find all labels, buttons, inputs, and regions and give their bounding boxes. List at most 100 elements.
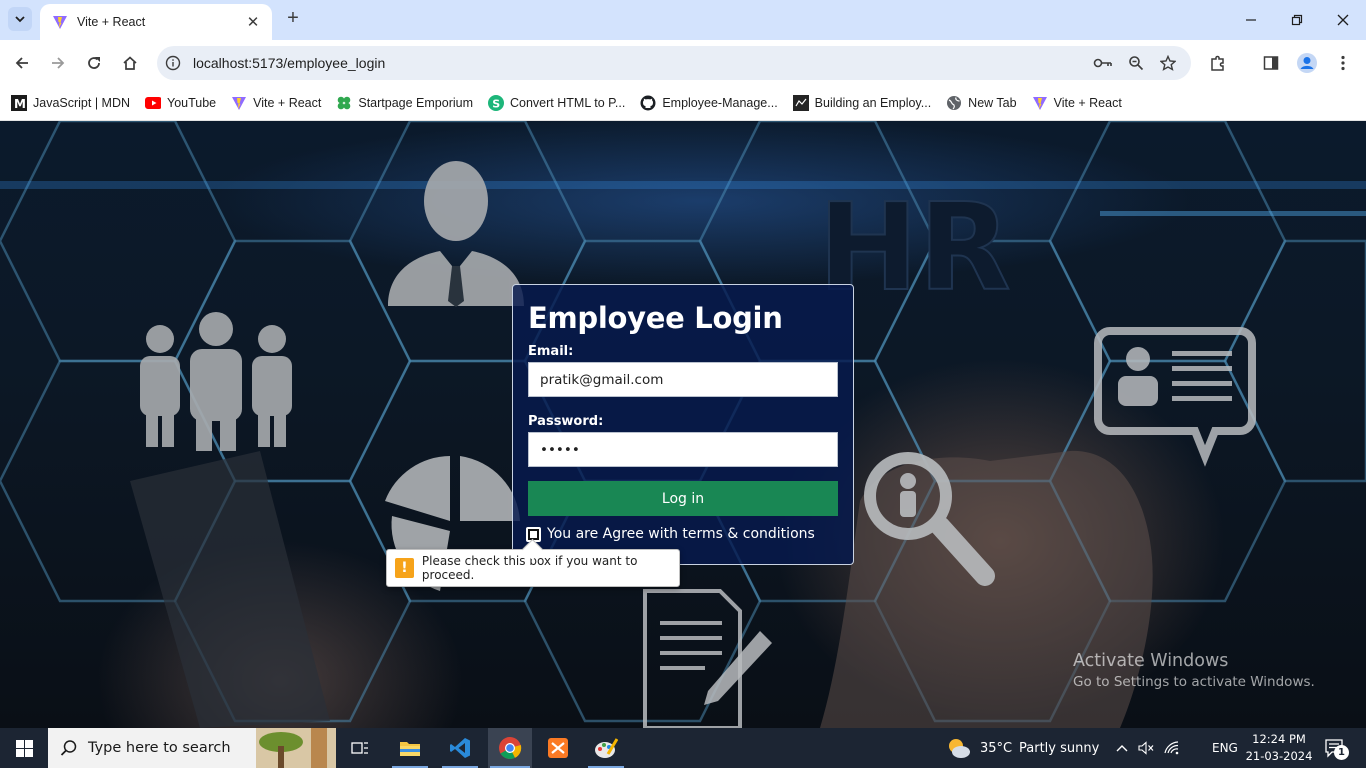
email-field[interactable] <box>528 362 838 397</box>
bookmark-label: YouTube <box>167 96 217 110</box>
mdn-icon: M <box>11 95 27 111</box>
clock-time: 12:24 PM <box>1252 732 1306 746</box>
language-indicator[interactable]: ENG <box>1212 728 1238 768</box>
clover-icon <box>336 95 352 111</box>
tab-title: Vite + React <box>77 15 146 29</box>
browser-tab[interactable]: Vite + React ✕ <box>40 4 272 40</box>
taskbar-search[interactable]: Type here to search <box>48 728 336 768</box>
extensions-button[interactable] <box>1204 49 1232 77</box>
wifi-icon[interactable] <box>1162 728 1182 768</box>
validation-tooltip: ! Please check this box if you want to p… <box>386 549 680 587</box>
system-clock[interactable]: 12:24 PM 21-03-2024 <box>1244 731 1314 765</box>
bookmark-item[interactable]: Building an Employ... <box>792 95 932 111</box>
search-placeholder: Type here to search <box>88 740 231 756</box>
password-field[interactable] <box>528 432 838 467</box>
login-button[interactable]: Log in <box>528 481 838 516</box>
github-icon <box>640 95 656 111</box>
tab-search-button[interactable] <box>8 7 32 31</box>
address-bar[interactable]: localhost:5173/employee_login <box>157 46 1191 80</box>
bookmark-item[interactable]: Startpage Emporium <box>336 95 473 111</box>
zoom-icon[interactable] <box>1125 53 1147 73</box>
svg-text:S: S <box>492 98 500 111</box>
bookmark-label: Employee-Manage... <box>662 96 778 110</box>
chrome-button[interactable] <box>488 728 532 768</box>
paint-icon <box>595 738 618 758</box>
task-view-icon <box>351 742 368 754</box>
tree-illustration-icon <box>256 728 336 768</box>
notification-badge: 1 <box>1334 745 1349 760</box>
convert-icon: S <box>488 95 504 111</box>
back-button[interactable] <box>8 49 36 77</box>
weather-temp[interactable]: 35°C <box>980 728 1012 768</box>
bookmark-label: Vite + React <box>1053 96 1122 110</box>
login-page: HR Employee Login Email: pratik@gmail.co… <box>0 121 1366 728</box>
bookmark-item[interactable]: New Tab <box>946 95 1017 111</box>
windows-logo-icon <box>15 739 33 757</box>
site-info-icon[interactable] <box>165 55 181 71</box>
home-button[interactable] <box>116 49 144 77</box>
url-text: localhost:5173/employee_login <box>193 55 386 71</box>
watermark-title: Activate Windows <box>1073 651 1229 671</box>
taskbar: Type here to search 35°C Partly sunny EN… <box>0 728 1366 768</box>
bookmark-item[interactable]: Vite + React <box>231 95 321 111</box>
page-title: Employee Login <box>528 301 783 335</box>
tray-chevron-up-icon[interactable] <box>1112 728 1132 768</box>
svg-text:M: M <box>14 97 26 111</box>
xampp-icon <box>548 738 568 758</box>
menu-button[interactable] <box>1329 49 1357 77</box>
task-view-button[interactable] <box>340 728 380 768</box>
bookmark-item[interactable]: YouTube <box>145 95 216 111</box>
arrow-right-icon <box>52 57 65 69</box>
bookmark-item[interactable]: Vite + React <box>1032 95 1122 111</box>
reload-button[interactable] <box>80 49 108 77</box>
restore-icon <box>1291 14 1303 26</box>
bookmarks-bar: M JavaScript | MDN YouTube Vite + React … <box>0 86 1366 121</box>
new-tab-button[interactable]: + <box>282 8 304 30</box>
browser-toolbar: localhost:5173/employee_login <box>0 40 1366 86</box>
watermark-subtitle: Go to Settings to activate Windows. <box>1073 674 1315 690</box>
restore-button[interactable] <box>1274 0 1320 40</box>
activate-windows-watermark: Activate Windows Go to Settings to activ… <box>1073 651 1315 690</box>
vite-icon <box>1032 95 1048 111</box>
validation-message: Please check this box if you want to pro… <box>421 554 638 582</box>
bookmark-label: Building an Employ... <box>814 96 932 110</box>
forward-button[interactable] <box>44 49 72 77</box>
puzzle-icon <box>1211 55 1224 71</box>
weather-description[interactable]: Partly sunny <box>1019 728 1099 768</box>
bookmark-star-icon[interactable] <box>1157 53 1179 73</box>
password-key-icon[interactable] <box>1092 53 1114 73</box>
minimize-icon <box>1246 19 1256 21</box>
vscode-icon <box>450 738 470 758</box>
warning-icon: ! <box>395 558 414 578</box>
weather-icon[interactable] <box>944 728 974 768</box>
arrow-left-icon <box>15 57 28 69</box>
reload-icon <box>88 57 100 69</box>
minimize-button[interactable] <box>1228 0 1274 40</box>
tab-close-icon[interactable]: ✕ <box>244 13 262 31</box>
speaker-muted-icon[interactable] <box>1136 728 1156 768</box>
bookmark-label: Startpage Emporium <box>358 96 473 110</box>
paint-button[interactable] <box>586 728 626 768</box>
close-window-button[interactable] <box>1320 0 1366 40</box>
email-label: Email: <box>528 344 574 359</box>
side-panel-icon <box>1263 56 1279 70</box>
terms-label: You are Agree with terms & conditions <box>547 526 815 542</box>
bookmark-item[interactable]: Employee-Manage... <box>640 95 778 111</box>
youtube-icon <box>145 95 162 111</box>
bookmark-label: Vite + React <box>253 96 322 110</box>
side-panel-button[interactable] <box>1257 49 1285 77</box>
bookmark-item[interactable]: S Convert HTML to P... <box>488 95 625 111</box>
clock-date: 21-03-2024 <box>1245 749 1313 763</box>
bookmark-item[interactable]: M JavaScript | MDN <box>11 95 130 111</box>
xampp-button[interactable] <box>538 728 578 768</box>
profile-button[interactable] <box>1293 49 1321 77</box>
article-icon <box>792 95 809 111</box>
file-explorer-button[interactable] <box>390 728 430 768</box>
vscode-button[interactable] <box>440 728 480 768</box>
bookmark-label: JavaScript | MDN <box>33 96 131 110</box>
bookmark-label: Convert HTML to P... <box>510 96 626 110</box>
kebab-menu-icon <box>1341 55 1345 71</box>
start-button[interactable] <box>0 728 48 768</box>
chevron-down-icon <box>15 16 25 23</box>
home-icon <box>123 56 137 70</box>
